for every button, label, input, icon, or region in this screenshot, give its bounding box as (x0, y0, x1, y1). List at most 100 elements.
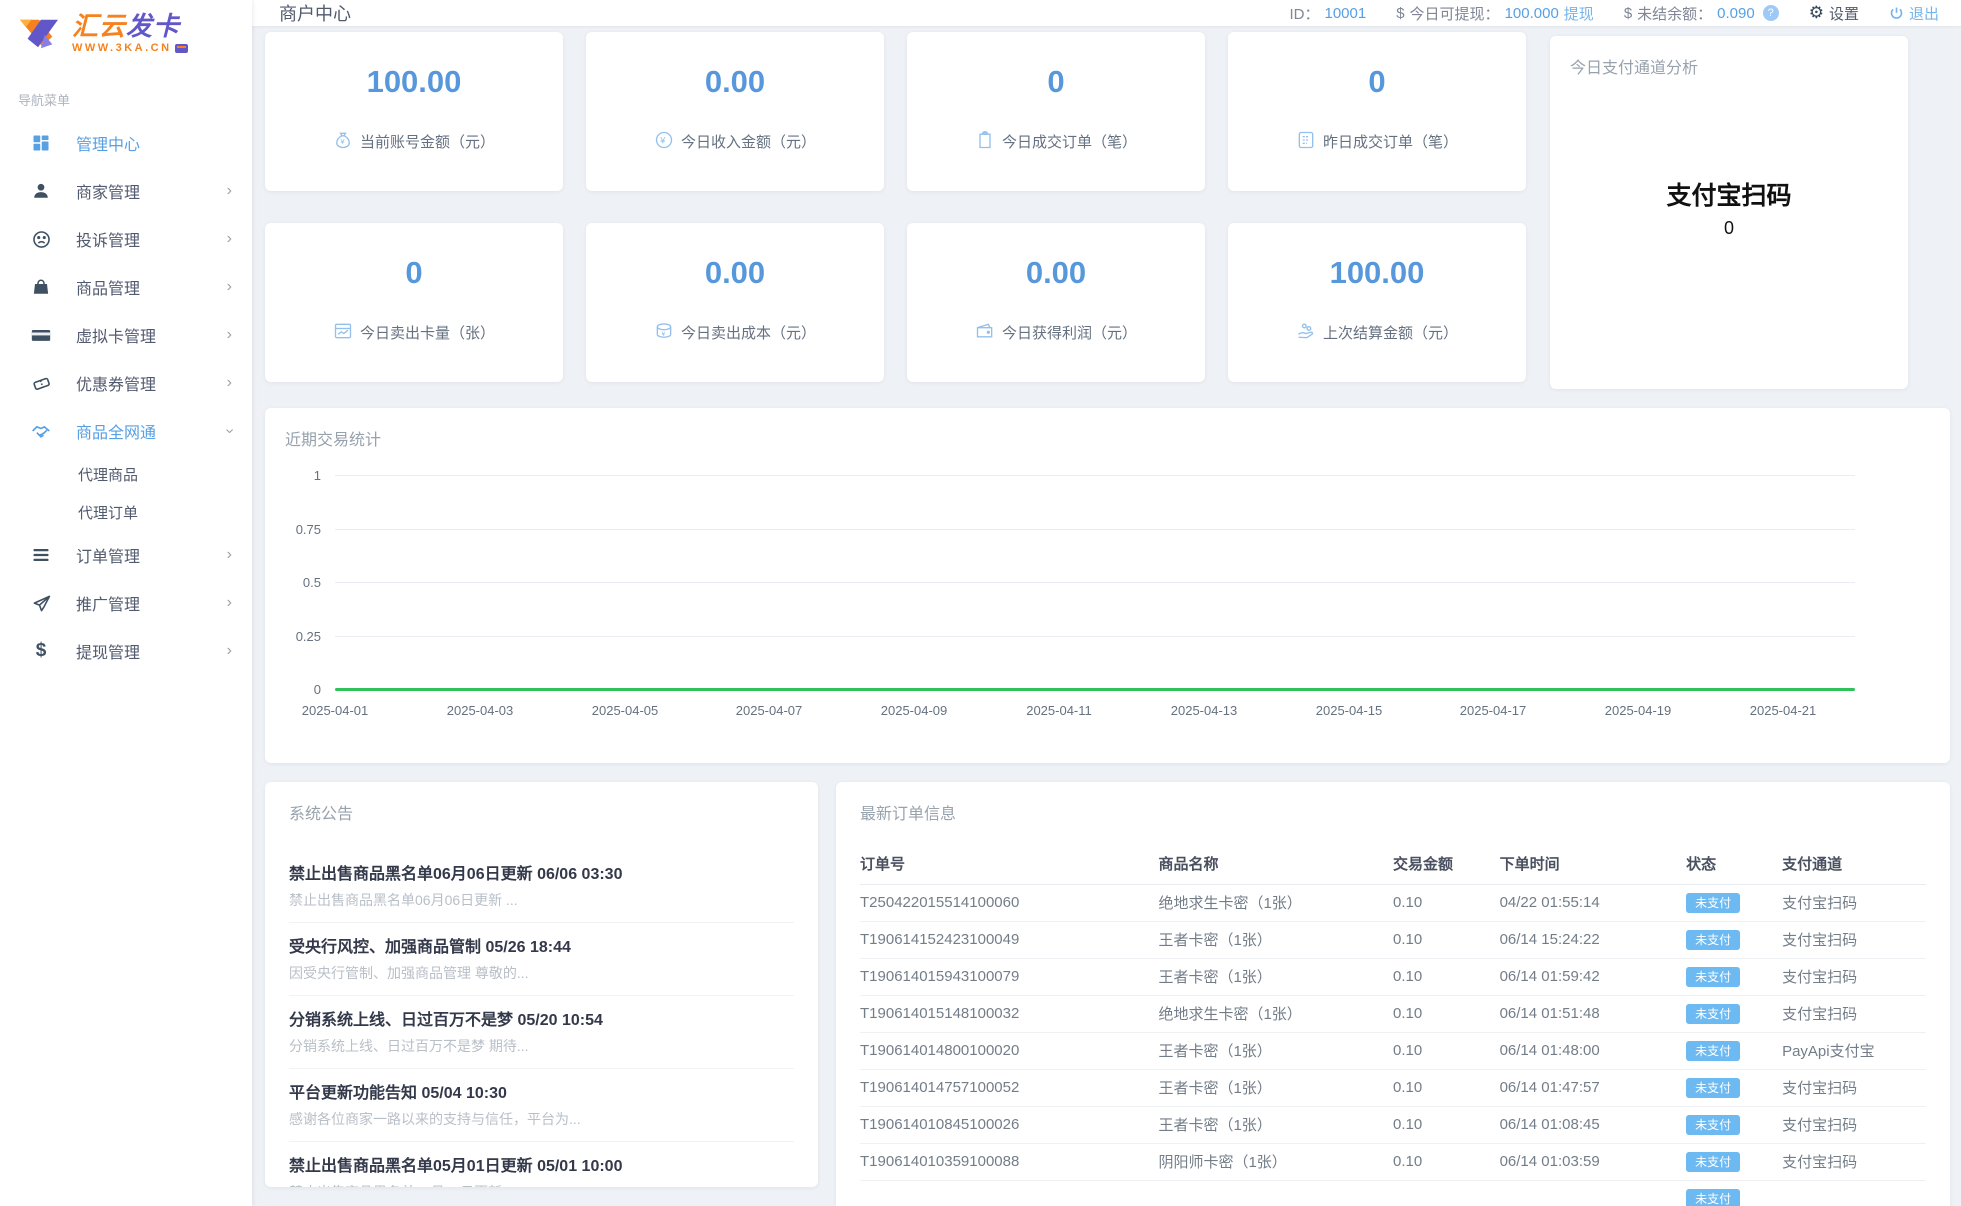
notice-item-title: 平台更新功能告知 (289, 1085, 418, 1102)
status-badge: 未支付 (1686, 1003, 1741, 1024)
stat-value: 0 (1368, 63, 1386, 99)
sidebar-item-allnet[interactable]: 商品全网通 › (0, 407, 252, 455)
status-badge: 未支付 (1686, 1040, 1741, 1061)
amount: 0.10 (1392, 1143, 1500, 1181)
x-axis-tick: 2025-04-03 (446, 703, 514, 718)
sidebar-subitem-agent-products[interactable]: 代理商品 (0, 455, 252, 493)
y-axis-tick: 0.75 (295, 522, 321, 537)
status-badge: 未支付 (1686, 892, 1741, 913)
dollar-icon: $ (1623, 4, 1633, 22)
money-bag-icon: ¥ (333, 130, 353, 154)
sidebar-item-products[interactable]: 商品管理 › (0, 263, 252, 311)
sidebar-subitem-agent-orders[interactable]: 代理订单 (0, 493, 252, 531)
handshake-icon (30, 420, 52, 442)
gridline (335, 582, 1855, 583)
amount: 0.10 (1392, 1069, 1500, 1107)
notice-list: 禁止出售商品黑名单06月06日更新 06/06 03:30 禁止出售商品黑名单0… (289, 850, 794, 1187)
col-time: 下单时间 (1499, 844, 1687, 885)
order-time: 06/14 01:08:45 (1499, 1106, 1687, 1144)
product-name: 王者卡密（1张） (1158, 1069, 1393, 1107)
sidebar-item-label: 虚拟卡管理 (76, 329, 157, 346)
sidebar-item-label: 管理中心 (76, 137, 141, 154)
order-no: T190614010359100088 (860, 1143, 1159, 1181)
gridline (335, 475, 1855, 476)
product-name: 绝地求生卡密（1张） (1158, 995, 1393, 1033)
product-name: 王者卡密（1张） (1158, 1106, 1393, 1144)
gear-icon: ⚙ (1808, 3, 1824, 22)
col-order-no: 订单号 (860, 844, 1159, 885)
stat-value: 0.00 (704, 254, 766, 290)
pay-channel: 支付宝扫码 (1782, 1069, 1926, 1107)
pay-channel: 支付宝扫码 (1782, 958, 1926, 996)
stat-card-today-orders: 0 今日成交订单（笔） (907, 32, 1205, 191)
sidebar-item-label: 推广管理 (76, 597, 141, 614)
channel-chart-center: 支付宝扫码 0 (1550, 176, 1908, 239)
x-axis-tick: 2025-04-17 (1459, 703, 1527, 718)
sidebar-item-orders[interactable]: 订单管理 › (0, 531, 252, 579)
sidebar-item-promotion[interactable]: 推广管理 › (0, 579, 252, 627)
order-time: 06/14 01:03:59 (1499, 1143, 1687, 1181)
sidebar-item-label: 商品全网通 (76, 425, 157, 442)
stat-value: 100.00 (1329, 254, 1425, 290)
chevron-right-icon: › (226, 594, 232, 611)
product-name: 王者卡密（1张） (1158, 958, 1393, 996)
x-axis-tick: 2025-04-21 (1749, 703, 1817, 718)
unsettled-group: $ 未结余额： 0.090 ? (1624, 3, 1779, 24)
notice-item[interactable]: 受央行风控、加强商品管制 05/26 18:44 因受央行管制、加强商品管理 尊… (289, 923, 794, 996)
chevron-right-icon: › (226, 182, 232, 199)
stat-card-cost: 0.00 ¥ 今日卖出成本（元） (586, 223, 884, 382)
table-row: T190614152423100049 王者卡密（1张） 0.10 06/14 … (860, 921, 1926, 959)
order-no: T190614014800100020 (860, 1032, 1159, 1070)
stat-label: 当前账号金额（元） (359, 134, 495, 151)
chart-title: 近期交易统计 (285, 432, 382, 449)
sidebar-item-withdraw[interactable]: $ 提现管理 › (0, 627, 252, 675)
y-axis-tick: 1 (313, 468, 321, 483)
notice-item[interactable]: 分销系统上线、日过百万不是梦 05/20 10:54 分销系统上线、日过百万不是… (289, 996, 794, 1069)
merchant-id-value: 10001 (1324, 4, 1367, 22)
table-row: T190614010359100088 阴阳师卡密（1张） 0.10 06/14… (860, 1143, 1926, 1181)
main-area: 商户中心 ID： 10001 $ 今日可提现： 100.000 提现 $ 未结余… (252, 0, 1961, 1206)
pay-channel: 支付宝扫码 (1782, 1106, 1926, 1144)
document-lines-icon (1296, 130, 1316, 154)
product-name: 王者卡密（1张） (1158, 921, 1393, 959)
sidebar-item-merchants[interactable]: 商家管理 › (0, 167, 252, 215)
panel-title: 今日支付通道分析 (1570, 60, 1699, 77)
notice-item[interactable]: 平台更新功能告知 05/04 10:30 感谢各位商家一路以来的支持与信任，平台… (289, 1069, 794, 1142)
stat-value: 0 (405, 254, 423, 290)
stat-label: 今日收入金额（元） (680, 134, 816, 151)
notice-item-time: 05/26 18:44 (485, 939, 571, 956)
topbar-right: ID： 10001 $ 今日可提现： 100.000 提现 $ 未结余额： 0.… (1289, 3, 1939, 24)
help-icon[interactable]: ? (1762, 5, 1779, 21)
content: 100.00 ¥ 当前账号金额（元） 0.00 ¥ 今日收入金额（元） 0 今日成交… (252, 26, 1961, 1206)
settings-group[interactable]: ⚙ 设置 (1809, 3, 1859, 24)
notice-item[interactable]: 禁止出售商品黑名单06月06日更新 06/06 03:30 禁止出售商品黑名单0… (289, 850, 794, 923)
sidebar-item-complaints[interactable]: 投诉管理 › (0, 215, 252, 263)
stat-label: 昨日成交订单（笔） (1322, 134, 1458, 151)
notice-item[interactable]: 禁止出售商品黑名单05月01日更新 05/01 10:00 禁止出售商品黑名单0… (289, 1142, 794, 1187)
order-no: T190614010845100026 (860, 1106, 1159, 1144)
brand-logo[interactable]: 汇云发卡 WWW.3KA.CN (0, 0, 252, 66)
system-notice-card: 系统公告 禁止出售商品黑名单06月06日更新 06/06 03:30 禁止出售商… (265, 782, 818, 1187)
col-amount: 交易金额 (1392, 844, 1500, 885)
withdraw-link[interactable]: 提现 (1564, 3, 1594, 24)
notice-item-time: 05/04 10:30 (421, 1085, 507, 1102)
notice-item-title: 禁止出售商品黑名单05月01日更新 (289, 1158, 533, 1175)
product-name: 绝地求生卡密（1张） (1158, 884, 1393, 922)
dollar-icon: $ (35, 640, 47, 661)
stat-label: 上次结算金额（元） (1322, 325, 1458, 342)
table-row: T190614014800100020 王者卡密（1张） 0.10 06/14 … (860, 1032, 1926, 1070)
logout-group[interactable]: 退出 (1889, 3, 1939, 24)
order-time: 06/14 01:51:48 (1499, 995, 1687, 1033)
sidebar: 汇云发卡 WWW.3KA.CN 导航菜单 管理中心 商家管理 › 投诉管理 › … (0, 0, 252, 1206)
sidebar-item-dashboard[interactable]: 管理中心 (0, 119, 252, 167)
sidebar-item-virtual-cards[interactable]: 虚拟卡管理 › (0, 311, 252, 359)
channel-name: 支付宝扫码 (1666, 182, 1792, 210)
pay-channel: 支付宝扫码 (1782, 921, 1926, 959)
svg-text:¥: ¥ (340, 137, 345, 146)
notice-item-title: 分销系统上线、日过百万不是梦 (289, 1012, 514, 1029)
status-badge: 未支付 (1686, 1114, 1741, 1135)
withdrawable-group: $ 今日可提现： 100.000 提现 (1396, 3, 1594, 24)
table-row-partial: 未支付 (860, 1180, 1926, 1206)
latest-orders-card: 最新订单信息 订单号 商品名称 交易金额 下单时间 状态 支付通道 T25042… (836, 782, 1950, 1206)
sidebar-item-coupons[interactable]: 优惠券管理 › (0, 359, 252, 407)
